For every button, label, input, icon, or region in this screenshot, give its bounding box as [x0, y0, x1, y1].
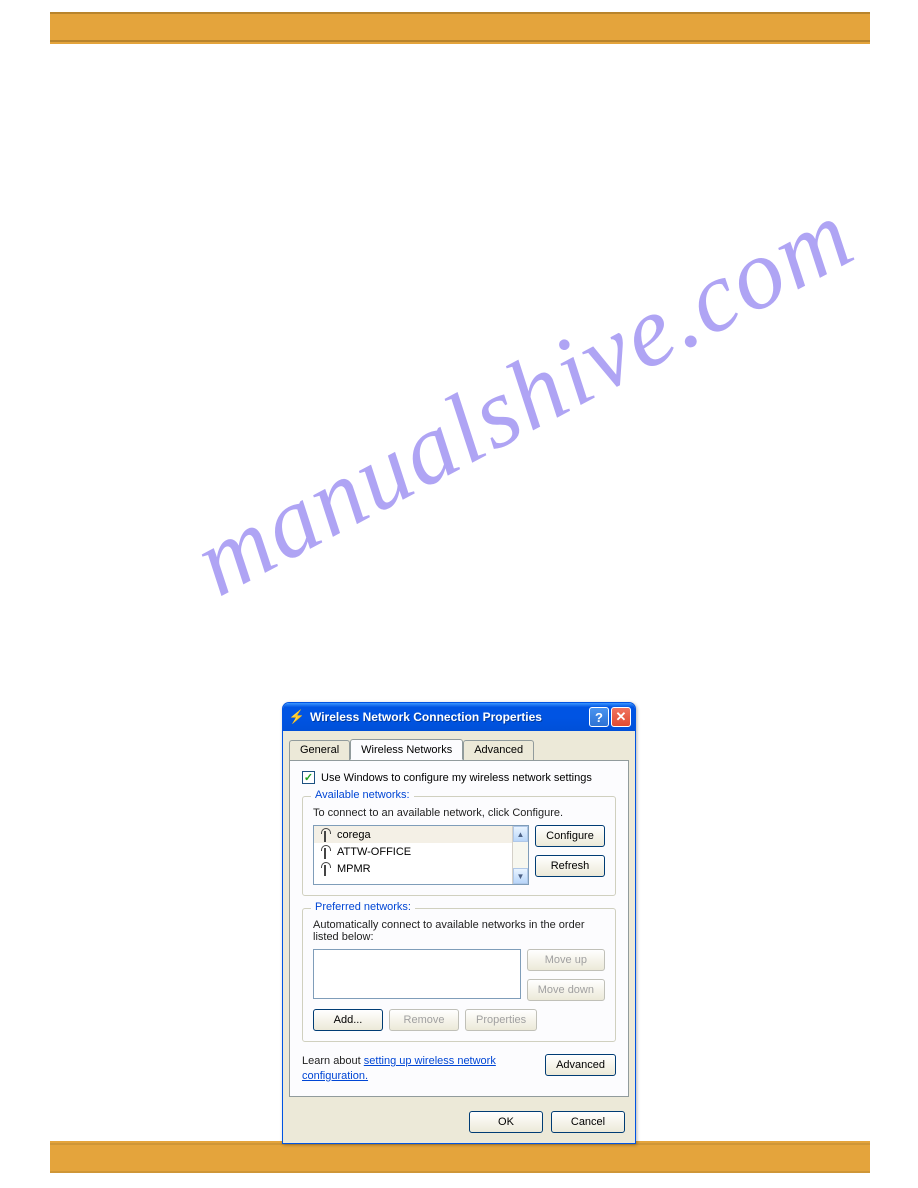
preferred-networks-group: Preferred networks: Automatically connec… — [302, 908, 616, 1042]
scroll-up-button[interactable]: ▲ — [513, 826, 528, 842]
remove-button[interactable]: Remove — [389, 1009, 459, 1031]
available-hint: To connect to an available network, clic… — [313, 807, 605, 819]
move-down-button[interactable]: Move down — [527, 979, 605, 1001]
preferred-hint: Automatically connect to available netwo… — [313, 919, 605, 943]
ok-button[interactable]: OK — [469, 1111, 543, 1133]
network-item[interactable]: ATTW-OFFICE — [314, 843, 512, 860]
page-bottom-border — [50, 1143, 870, 1173]
tab-strip: General Wireless Networks Advanced — [283, 731, 635, 760]
titlebar[interactable]: ⚡ Wireless Network Connection Properties… — [283, 703, 635, 731]
preferred-networks-list[interactable] — [313, 949, 521, 999]
advanced-button[interactable]: Advanced — [545, 1054, 616, 1076]
add-button[interactable]: Add... — [313, 1009, 383, 1031]
available-networks-group: Available networks: To connect to an ava… — [302, 796, 616, 896]
list-scrollbar[interactable]: ▲ ▼ — [512, 826, 528, 884]
scroll-down-button[interactable]: ▼ — [513, 868, 528, 884]
learn-text: Learn about setting up wireless network … — [302, 1054, 535, 1084]
available-legend: Available networks: — [311, 789, 414, 801]
move-up-button[interactable]: Move up — [527, 949, 605, 971]
network-name: corega — [337, 829, 371, 841]
tab-panel: ✓ Use Windows to configure my wireless n… — [289, 760, 629, 1097]
tab-advanced[interactable]: Advanced — [463, 740, 534, 761]
tab-wireless-networks[interactable]: Wireless Networks — [350, 739, 463, 760]
close-button[interactable]: ✕ — [611, 707, 631, 727]
watermark-text: manualshive.com — [176, 176, 872, 619]
refresh-button[interactable]: Refresh — [535, 855, 605, 877]
properties-dialog: ⚡ Wireless Network Connection Properties… — [282, 702, 636, 1144]
use-windows-label: Use Windows to configure my wireless net… — [321, 772, 592, 784]
learn-prefix: Learn about — [302, 1055, 364, 1067]
preferred-legend: Preferred networks: — [311, 901, 415, 913]
cancel-button[interactable]: Cancel — [551, 1111, 625, 1133]
tab-general[interactable]: General — [289, 740, 350, 761]
scroll-track[interactable] — [513, 842, 528, 868]
help-button[interactable]: ? — [589, 707, 609, 727]
antenna-icon — [319, 828, 331, 842]
page-top-border — [50, 12, 870, 42]
network-item[interactable]: corega — [314, 826, 512, 843]
network-name: ATTW-OFFICE — [337, 846, 411, 858]
configure-button[interactable]: Configure — [535, 825, 605, 847]
use-windows-row: ✓ Use Windows to configure my wireless n… — [302, 771, 616, 784]
network-item[interactable]: MPMR — [314, 860, 512, 877]
available-networks-list[interactable]: corega ATTW-OFFICE MPMR ▲ — [313, 825, 529, 885]
window-title: Wireless Network Connection Properties — [310, 710, 587, 724]
wireless-icon: ⚡ — [289, 709, 305, 725]
antenna-icon — [319, 862, 331, 876]
antenna-icon — [319, 845, 331, 859]
network-name: MPMR — [337, 863, 371, 875]
use-windows-checkbox[interactable]: ✓ — [302, 771, 315, 784]
dialog-button-row: OK Cancel — [283, 1103, 635, 1143]
properties-button[interactable]: Properties — [465, 1009, 537, 1031]
